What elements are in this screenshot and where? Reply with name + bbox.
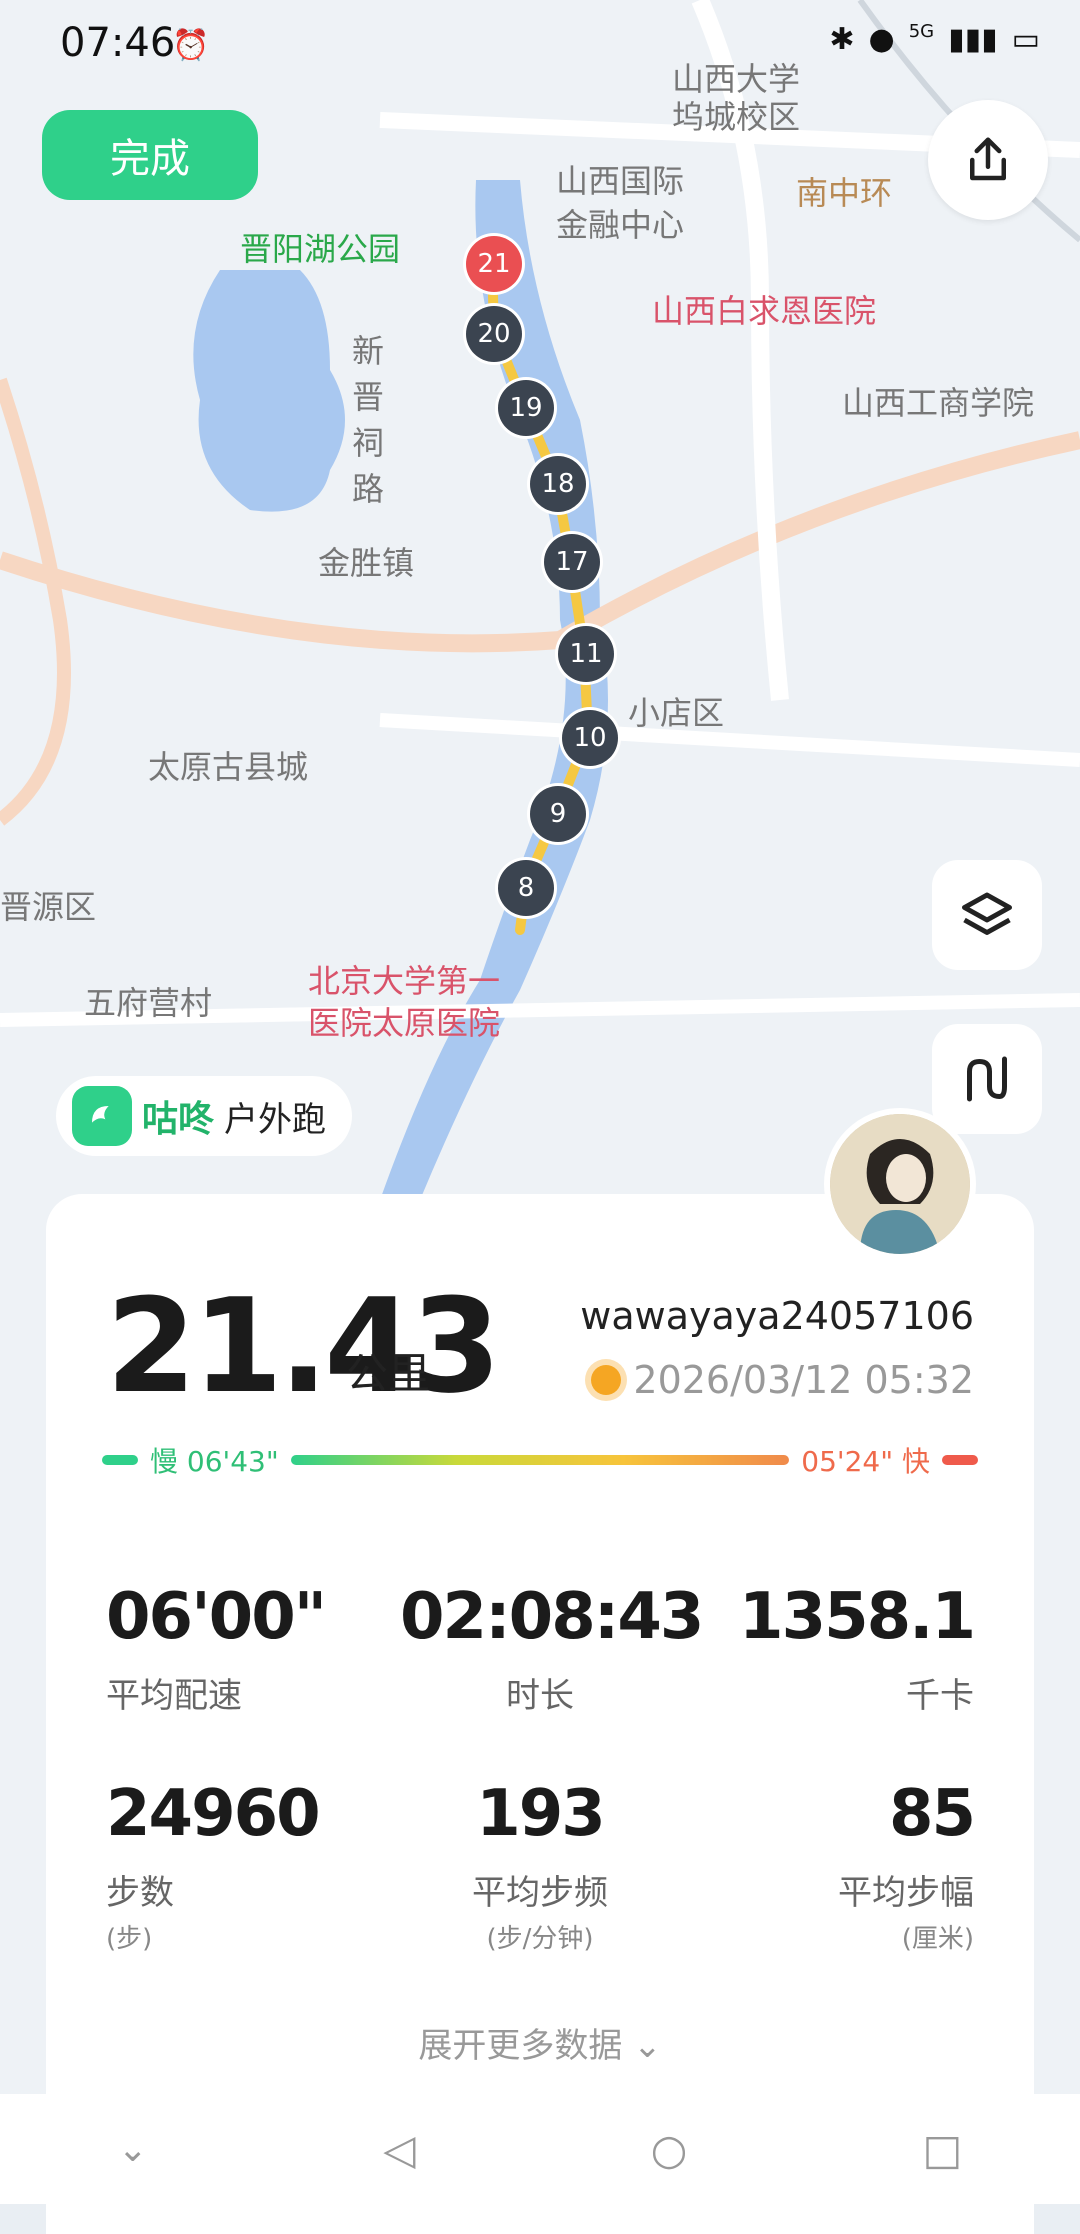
run-datetime: 2026/03/12 05:32 <box>591 1358 974 1402</box>
km-marker[interactable]: 18 <box>530 456 586 512</box>
metric-calories: 1358.1 千卡 <box>694 1580 976 1717</box>
status-time: 07:46 <box>60 20 176 66</box>
metric-stride: 85 平均步幅 (厘米) <box>694 1777 976 1955</box>
user-avatar[interactable] <box>830 1114 970 1254</box>
route-icon <box>967 1056 1007 1102</box>
metric-unit: (步/分钟) <box>486 1924 594 1954</box>
map-place-label: 金胜镇 <box>318 544 415 582</box>
map-place-label: 祠 <box>352 424 385 462</box>
metric-value: 24960 <box>106 1777 321 1851</box>
system-nav-bar: ⌄ ◁ ○ □ <box>0 2094 1080 2204</box>
map-place-label: 路 <box>352 470 385 508</box>
activity-mode: 户外跑 <box>224 1099 327 1140</box>
metric-steps: 24960 步数 (步) <box>106 1777 386 1955</box>
metric-value: 85 <box>888 1777 976 1851</box>
map-place-label: 晋 <box>352 378 385 416</box>
status-bar: 07:46 ⏰ ✱ ● 5G ▮▮▮ ▭ <box>0 0 1080 90</box>
map-place-label: 晋阳湖公园 <box>240 230 401 268</box>
metric-value: 02:08:43 <box>400 1580 704 1654</box>
pace-slow-cap <box>102 1455 138 1465</box>
alarm-icon: ⏰ <box>172 28 210 63</box>
pace-slow-label: 慢 06'43" <box>150 1445 279 1478</box>
share-button[interactable] <box>928 100 1048 220</box>
km-marker[interactable]: 9 <box>530 786 586 842</box>
route-toggle-button[interactable] <box>932 1024 1042 1134</box>
metric-cadence: 193 平均步频 (步/分钟) <box>400 1777 680 1955</box>
metrics-grid: 06'00" 平均配速 02:08:43 时长 1358.1 千卡 24960 … <box>106 1580 976 2015</box>
metric-label: 平均步幅 <box>838 1873 974 1913</box>
map-place-label: 山西白求恩医院 <box>652 292 877 330</box>
metric-value: 06'00" <box>106 1580 327 1654</box>
map-place-label: 小店区 <box>628 694 725 732</box>
layers-button[interactable] <box>932 860 1042 970</box>
layers-icon <box>962 892 1012 935</box>
map-place-label: 五府营村 <box>84 984 213 1022</box>
brand-badge: 咕咚 户外跑 <box>56 1076 353 1156</box>
status-icons: ✱ ● 5G ▮▮▮ ▭ <box>829 21 1040 57</box>
map-place-label: 新 <box>352 332 385 370</box>
datetime-text: 2026/03/12 05:32 <box>633 1358 974 1402</box>
metric-value: 193 <box>476 1777 606 1851</box>
km-marker[interactable]: 10 <box>562 710 618 766</box>
map-place-label: 北京大学第一 <box>308 962 501 1000</box>
pace-gradient-bar <box>290 1455 790 1465</box>
expand-more-label: 展开更多数据 <box>418 2026 623 2066</box>
location-icon: ● <box>868 22 895 57</box>
expand-more-data-button[interactable]: 展开更多数据 ⌄ <box>46 2018 1034 2067</box>
km-marker[interactable]: 20 <box>466 306 522 362</box>
chevron-down-icon: ⌄ <box>633 2026 662 2066</box>
metric-unit: (步) <box>106 1924 153 1954</box>
distance-unit: 公里 <box>346 1349 431 1398</box>
pace-fast-label: 05'24" 快 <box>801 1445 930 1478</box>
metric-label: 步数 <box>106 1873 174 1913</box>
metrics-row-1: 06'00" 平均配速 02:08:43 时长 1358.1 千卡 <box>106 1580 976 1717</box>
network-type: 5G <box>908 21 935 42</box>
metric-label: 千卡 <box>906 1676 974 1716</box>
km-marker[interactable]: 11 <box>558 626 614 682</box>
codoon-logo-icon <box>72 1086 132 1146</box>
share-icon <box>970 137 1006 181</box>
map-place-label: 医院太原医院 <box>308 1004 501 1042</box>
map-place-label: 金融中心 <box>556 206 685 244</box>
summary-card: 21.43 公里 wawayaya24057106 2026/03/12 05:… <box>46 1194 1034 2234</box>
metrics-row-2: 24960 步数 (步) 193 平均步频 (步/分钟) 85 平均步幅 (厘米… <box>106 1777 976 1955</box>
km-marker[interactable]: 21 <box>466 236 522 292</box>
km-marker[interactable]: 17 <box>544 534 600 590</box>
distance-value: 21.43 <box>106 1270 501 1422</box>
pace-legend: 慢 06'43" 05'24" 快 <box>102 1445 978 1478</box>
map-place-label: 南中环 <box>796 174 893 212</box>
back-icon[interactable]: ◁ <box>383 2125 415 2174</box>
metric-avg-pace: 06'00" 平均配速 <box>106 1580 386 1717</box>
metric-label: 平均步频 <box>472 1873 608 1913</box>
hide-keyboard-icon[interactable]: ⌄ <box>118 2129 148 2170</box>
home-icon[interactable]: ○ <box>651 2125 688 2174</box>
metric-label: 平均配速 <box>106 1676 242 1716</box>
metric-unit: (厘米) <box>901 1924 974 1954</box>
sun-icon <box>591 1365 622 1395</box>
map-place-label: 晋源区 <box>0 888 97 926</box>
metric-value: 1358.1 <box>739 1580 976 1654</box>
metric-duration: 02:08:43 时长 <box>400 1580 704 1717</box>
recents-icon[interactable]: □ <box>923 2125 963 2174</box>
map-place-label: 太原古县城 <box>148 748 309 786</box>
map-place-label: 坞城校区 <box>672 98 801 136</box>
brand-name: 咕咚 <box>142 1099 215 1140</box>
done-button[interactable]: 完成 <box>42 110 258 200</box>
km-marker[interactable]: 19 <box>498 380 554 436</box>
username: wawayaya24057106 <box>580 1294 974 1338</box>
bluetooth-icon: ✱ <box>829 22 855 57</box>
metric-label: 时长 <box>506 1676 574 1716</box>
km-marker[interactable]: 8 <box>498 860 554 916</box>
map-place-label: 山西国际 <box>556 162 685 200</box>
map-place-label: 山西工商学院 <box>842 384 1035 422</box>
pace-fast-cap <box>942 1455 978 1465</box>
signal-icon: ▮▮▮ <box>948 22 998 57</box>
battery-icon: ▭ <box>1011 22 1040 57</box>
